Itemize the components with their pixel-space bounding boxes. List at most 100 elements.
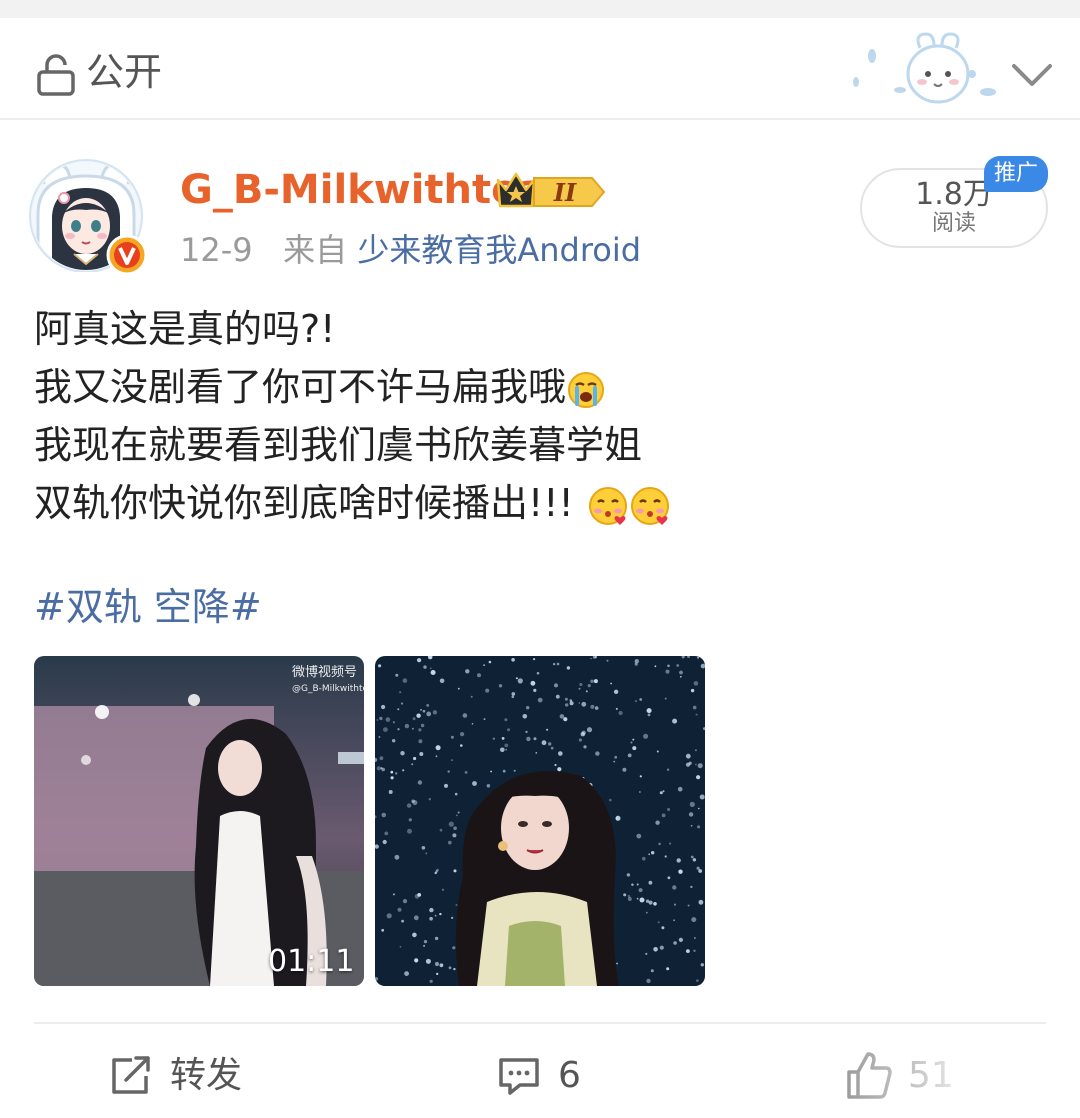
repost-label: 转发 [170,1055,243,1096]
sparkle [408,818,412,822]
sparkle [457,811,460,814]
sparkle [558,751,563,756]
sparkle [429,907,434,913]
sparkle [699,794,705,800]
image-thumbnail[interactable] [375,656,705,986]
sparkle [472,781,477,786]
sparkle [502,769,506,773]
sparkle [579,683,583,686]
sparkle [564,697,568,701]
sparkle [435,755,438,758]
sparkle [504,718,508,722]
sparkle [455,814,458,817]
sparkle [623,893,627,897]
sparkle [452,833,457,838]
sparkle [533,658,536,661]
sparkle [616,962,618,965]
sparkle [400,702,404,705]
sparkle [615,815,621,821]
sparkle [659,791,663,795]
sparkle [434,936,439,941]
sparkle [439,678,445,684]
sparkle [511,658,515,662]
sparkle [416,713,421,718]
promo-badge[interactable]: 推广 [984,156,1048,192]
sparkle [414,958,419,963]
sparkle [678,869,683,874]
sparkle [700,963,704,967]
sparkle [687,904,690,907]
sparkle [698,807,700,810]
visibility-label[interactable]: 公开 [86,48,162,96]
sparkle [648,853,651,856]
sparkle [418,739,423,744]
member-crown-badge[interactable]: II [494,166,612,212]
repost-button[interactable]: 转发 [110,1046,270,1106]
sparkle [557,767,562,772]
sparkle [581,701,587,707]
sparkle [695,713,698,716]
comment-count: 6 [558,1055,581,1096]
sparkle [556,662,560,666]
sparkle [412,932,417,938]
sparkle [626,873,631,877]
hashtag-link[interactable]: #双轨 空降# [34,580,262,634]
sparkle [689,801,695,807]
sparkle [395,673,399,677]
post-date: 12-9 [180,231,253,269]
sparkle [522,714,528,719]
video-duration: 01:11 [268,944,355,979]
comment-button[interactable]: 6 [498,1046,598,1106]
sparkle [569,699,573,702]
video-thumbnail[interactable] [34,656,364,986]
kiss-emoji-icon [588,486,669,525]
sparkle [662,790,665,793]
sparkle [432,710,438,715]
sparkle [533,737,537,741]
sparkle [627,897,632,901]
sparkle [693,681,699,686]
sparkle [376,766,381,771]
sparkle [676,858,681,863]
sparkle [585,690,588,693]
sparkle [590,679,594,683]
sparkle [447,770,450,773]
sparkle [634,700,637,703]
sparkle [590,657,592,660]
chevron-down-icon[interactable] [1008,58,1056,92]
verified-badge-icon [106,234,148,276]
sparkle [613,760,616,763]
sparkle [486,784,491,788]
sparkle [673,903,677,906]
sparkle [634,659,639,664]
sparkle [515,677,518,680]
username[interactable]: G_B-Milkwithtea [180,164,545,216]
sparkle [639,775,642,778]
sparkle [464,771,468,774]
sparkle [696,866,700,870]
sparkle [421,846,426,850]
sparkle [654,665,657,668]
sparkle [697,656,700,659]
sparkle [692,705,697,710]
sparkle [565,703,569,707]
sparkle [444,783,448,788]
sparkle [390,776,394,780]
sparkle [648,900,653,905]
sparkle [638,888,643,893]
sparkle [563,717,568,722]
sparkle [559,714,565,719]
sparkle [665,669,670,674]
sparkle [450,735,454,739]
sparkle [643,733,649,739]
sparkle [417,658,422,663]
sparkle [610,682,612,685]
sparkle [642,856,646,861]
video-watermark: 微博视频号 @G_B-Milkwithtea [292,665,374,694]
sparkle [426,704,430,707]
sparkle [645,952,648,955]
sparkle [470,695,473,698]
sparkle [400,751,405,756]
sparkle [578,738,582,742]
post-source-link[interactable]: 少来教育我Android [357,231,641,269]
